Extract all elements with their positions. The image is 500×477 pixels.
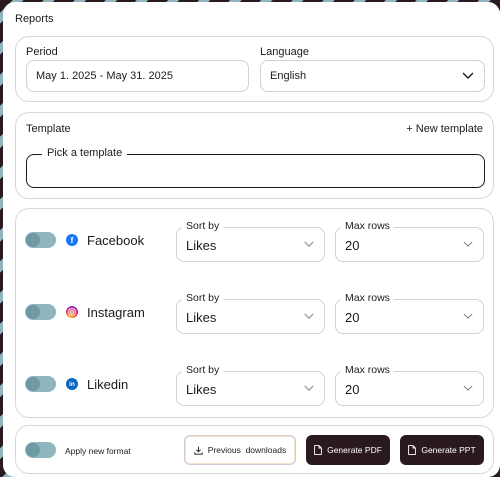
language-label: Language: [260, 46, 309, 58]
linkedin-sort-select[interactable]: Sort by Likes: [176, 364, 325, 406]
chevron-down-icon: [463, 385, 473, 391]
toggle-knob: [26, 233, 40, 247]
language-value: English: [270, 70, 307, 82]
facebook-sort-select[interactable]: Sort by Likes: [176, 220, 325, 262]
new-template-link[interactable]: + New template: [406, 123, 483, 135]
chevron-down-icon: [304, 385, 314, 391]
file-icon: [408, 445, 417, 455]
previous-downloads-label: Previous downloads: [207, 445, 287, 455]
sort-by-label: Sort by: [182, 364, 224, 376]
instagram-sort-select[interactable]: Sort by Likes: [176, 292, 325, 334]
chevron-down-icon: [304, 241, 314, 247]
generate-ppt-label: Generate PPT: [421, 445, 476, 455]
previous-downloads-button[interactable]: Previous downloads: [184, 435, 296, 465]
template-picker-legend: Pick a template: [42, 147, 128, 159]
network-label-instagram: Instagram: [87, 305, 145, 320]
linkedin-toggle[interactable]: [25, 376, 56, 392]
footer-card: Apply new format Previous downloads Gene…: [15, 425, 494, 474]
instagram-max-rows-select[interactable]: Max rows 20: [335, 292, 484, 334]
max-rows-value: 20: [345, 238, 360, 253]
instagram-glyph: [68, 308, 76, 316]
period-value: May 1. 2025 - May 31. 2025: [36, 70, 173, 82]
toggle-knob: [26, 377, 40, 391]
facebook-max-rows-select[interactable]: Max rows 20: [335, 220, 484, 262]
generate-pdf-label: Generate PDF: [327, 445, 382, 455]
facebook-icon: f: [66, 234, 78, 246]
file-icon: [314, 445, 322, 455]
download-icon: [194, 446, 203, 455]
sort-by-value: Likes: [186, 238, 217, 253]
language-select[interactable]: English: [260, 60, 485, 92]
instagram-toggle[interactable]: [25, 304, 56, 320]
template-picker[interactable]: Pick a template: [26, 147, 485, 188]
networks-card: f Facebook Sort by Likes Max rows 20 Ins…: [15, 208, 494, 418]
sort-by-value: Likes: [186, 310, 217, 325]
sort-by-label: Sort by: [182, 292, 224, 304]
template-card: Template + New template Pick a template: [15, 112, 494, 199]
period-label: Period: [26, 46, 58, 58]
sort-by-label: Sort by: [182, 220, 224, 232]
linkedin-icon: in: [66, 378, 78, 390]
sort-by-value: Likes: [186, 382, 217, 397]
chevron-down-icon: [462, 72, 474, 79]
instagram-icon: [66, 306, 78, 318]
template-label: Template: [26, 123, 71, 135]
max-rows-value: 20: [345, 382, 360, 397]
facebook-toggle[interactable]: [25, 232, 56, 248]
generate-pdf-button[interactable]: Generate PDF: [306, 435, 390, 465]
page-title: Reports: [15, 13, 54, 25]
generate-ppt-button[interactable]: Generate PPT: [400, 435, 484, 465]
chevron-down-icon: [463, 313, 473, 319]
toggle-knob: [26, 443, 40, 457]
period-input[interactable]: May 1. 2025 - May 31. 2025: [26, 60, 249, 92]
period-language-card: Period May 1. 2025 - May 31. 2025 Langua…: [15, 36, 494, 102]
linkedin-max-rows-select[interactable]: Max rows 20: [335, 364, 484, 406]
apply-format-toggle[interactable]: [25, 442, 56, 458]
max-rows-label: Max rows: [341, 220, 394, 232]
chevron-down-icon: [463, 241, 473, 247]
max-rows-label: Max rows: [341, 364, 394, 376]
chevron-down-icon: [304, 313, 314, 319]
network-label-facebook: Facebook: [87, 233, 145, 248]
max-rows-label: Max rows: [341, 292, 394, 304]
max-rows-value: 20: [345, 310, 360, 325]
network-label-linkedin: Likedin: [87, 377, 129, 392]
toggle-knob: [26, 305, 40, 319]
apply-format-label: Apply new format: [65, 446, 131, 456]
